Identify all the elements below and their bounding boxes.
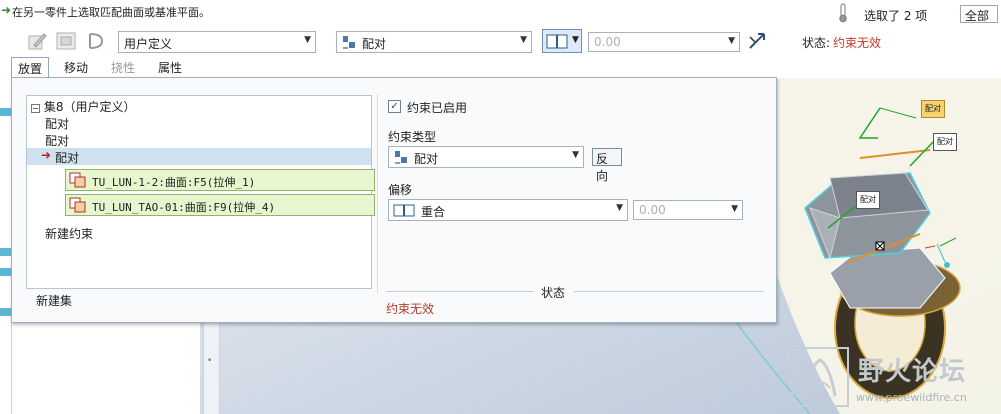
set-header[interactable]: − 集8（用户定义）	[31, 98, 135, 115]
constraint-enabled-label: 约束已启用	[407, 101, 468, 115]
watermark-text: 野火论坛	[858, 357, 967, 387]
new-set-item[interactable]: 新建集	[36, 292, 72, 309]
list-item[interactable]: 配对	[45, 115, 69, 132]
status-separator	[574, 291, 764, 292]
dashboard-tabs: 放置 移动 挠性 属性	[0, 57, 780, 77]
flip-button[interactable]: 反向	[592, 148, 622, 183]
chevron-down-icon: ▼	[731, 204, 738, 214]
selection-filter-dropdown[interactable]: 全部	[960, 5, 998, 23]
flip-arrow-icon[interactable]	[747, 31, 767, 51]
constraint-set-list[interactable]: − 集8（用户定义） 配对 配对 ➜ 配对 TU_LUN-1-2:曲面:F5(拉…	[26, 95, 375, 289]
connection-icon[interactable]	[86, 30, 108, 52]
mate-icon	[395, 151, 407, 164]
list-item[interactable]: 配对	[45, 132, 69, 149]
chevron-down-icon: ▼	[728, 36, 735, 46]
user-defined-dropdown[interactable]: 用户定义 ▼	[118, 31, 316, 53]
panel-constraint-type-dropdown[interactable]: 配对 ▼	[388, 146, 584, 168]
panel-divider	[377, 94, 378, 294]
status-title: 状态	[541, 286, 566, 300]
watermark-url: www.proewildfire.cn	[856, 391, 967, 404]
tree-splitter[interactable]: •	[203, 320, 220, 414]
surface-ref-icon	[69, 197, 86, 213]
constraint-enabled-checkbox[interactable]: ✓	[388, 100, 401, 113]
panel-offset-value-field[interactable]: 0.00 ▼	[633, 200, 743, 220]
thermometer-icon	[839, 3, 847, 23]
reference-item[interactable]: TU_LUN-1-2:曲面:F5(拉伸_1)	[65, 169, 375, 191]
tab-move[interactable]: 移动	[58, 57, 94, 77]
chevron-down-icon: ▼	[304, 35, 311, 45]
offset-type-dropdown[interactable]: 重合 ▼	[388, 199, 628, 221]
constraint-type-label: 约束类型	[388, 130, 437, 144]
offset-label: 偏移	[388, 183, 413, 197]
constraint-type-dropdown[interactable]: 配对 ▼	[336, 31, 532, 53]
window-icon[interactable]	[55, 30, 77, 52]
reference-item[interactable]: TU_LUN_TAO-01:曲面:F9(拉伸_4)	[65, 194, 375, 216]
chevron-down-icon: ▼	[520, 35, 527, 45]
toolbar-status-value: 约束无效	[833, 36, 882, 50]
offset-type-button[interactable]: ▼	[542, 29, 582, 53]
tab-flexibility[interactable]: 挠性	[105, 57, 141, 77]
tab-properties[interactable]: 属性	[152, 57, 188, 77]
tab-placement[interactable]: 放置	[11, 57, 50, 77]
coincident-icon	[393, 204, 415, 217]
toolbar-status-label: 状态:	[802, 36, 831, 50]
chevron-down-icon: ▼	[572, 150, 579, 160]
set-title: 集8（用户定义）	[43, 100, 136, 114]
grip-icon: •	[207, 356, 213, 366]
edit-icon[interactable]	[26, 30, 48, 52]
message-text: 在另一零件上选取匹配曲面或基准平面。	[12, 6, 210, 19]
constraint-tag[interactable]: 配对	[921, 100, 945, 118]
mate-icon	[343, 36, 355, 49]
collapse-icon[interactable]: −	[31, 104, 40, 113]
constraint-tag[interactable]: 配对	[856, 191, 880, 209]
new-constraint-item[interactable]: 新建约束	[45, 225, 93, 242]
coincident-icon	[546, 34, 568, 49]
status-separator	[386, 291, 534, 292]
chevron-down-icon: ▼	[572, 35, 579, 45]
placement-panel: − 集8（用户定义） 配对 配对 ➜ 配对 TU_LUN-1-2:曲面:F5(拉…	[11, 77, 777, 323]
watermark-logo	[791, 347, 849, 407]
chevron-down-icon: ▼	[616, 203, 623, 213]
panel-status-value: 约束无效	[386, 302, 435, 316]
message-bar: ➜ 在另一零件上选取匹配曲面或基准平面。 选取了 2 项 全部	[0, 0, 1001, 23]
constraint-tag[interactable]: 配对	[933, 133, 957, 151]
message-arrow-icon: ➜	[1, 3, 12, 17]
surface-ref-icon	[69, 172, 86, 188]
selection-count: 选取了 2 项	[864, 9, 928, 23]
current-arrow-icon: ➜	[41, 148, 52, 162]
list-item-selected[interactable]: ➜ 配对	[27, 148, 371, 165]
offset-value-field[interactable]: 0.00 ▼	[588, 32, 740, 52]
